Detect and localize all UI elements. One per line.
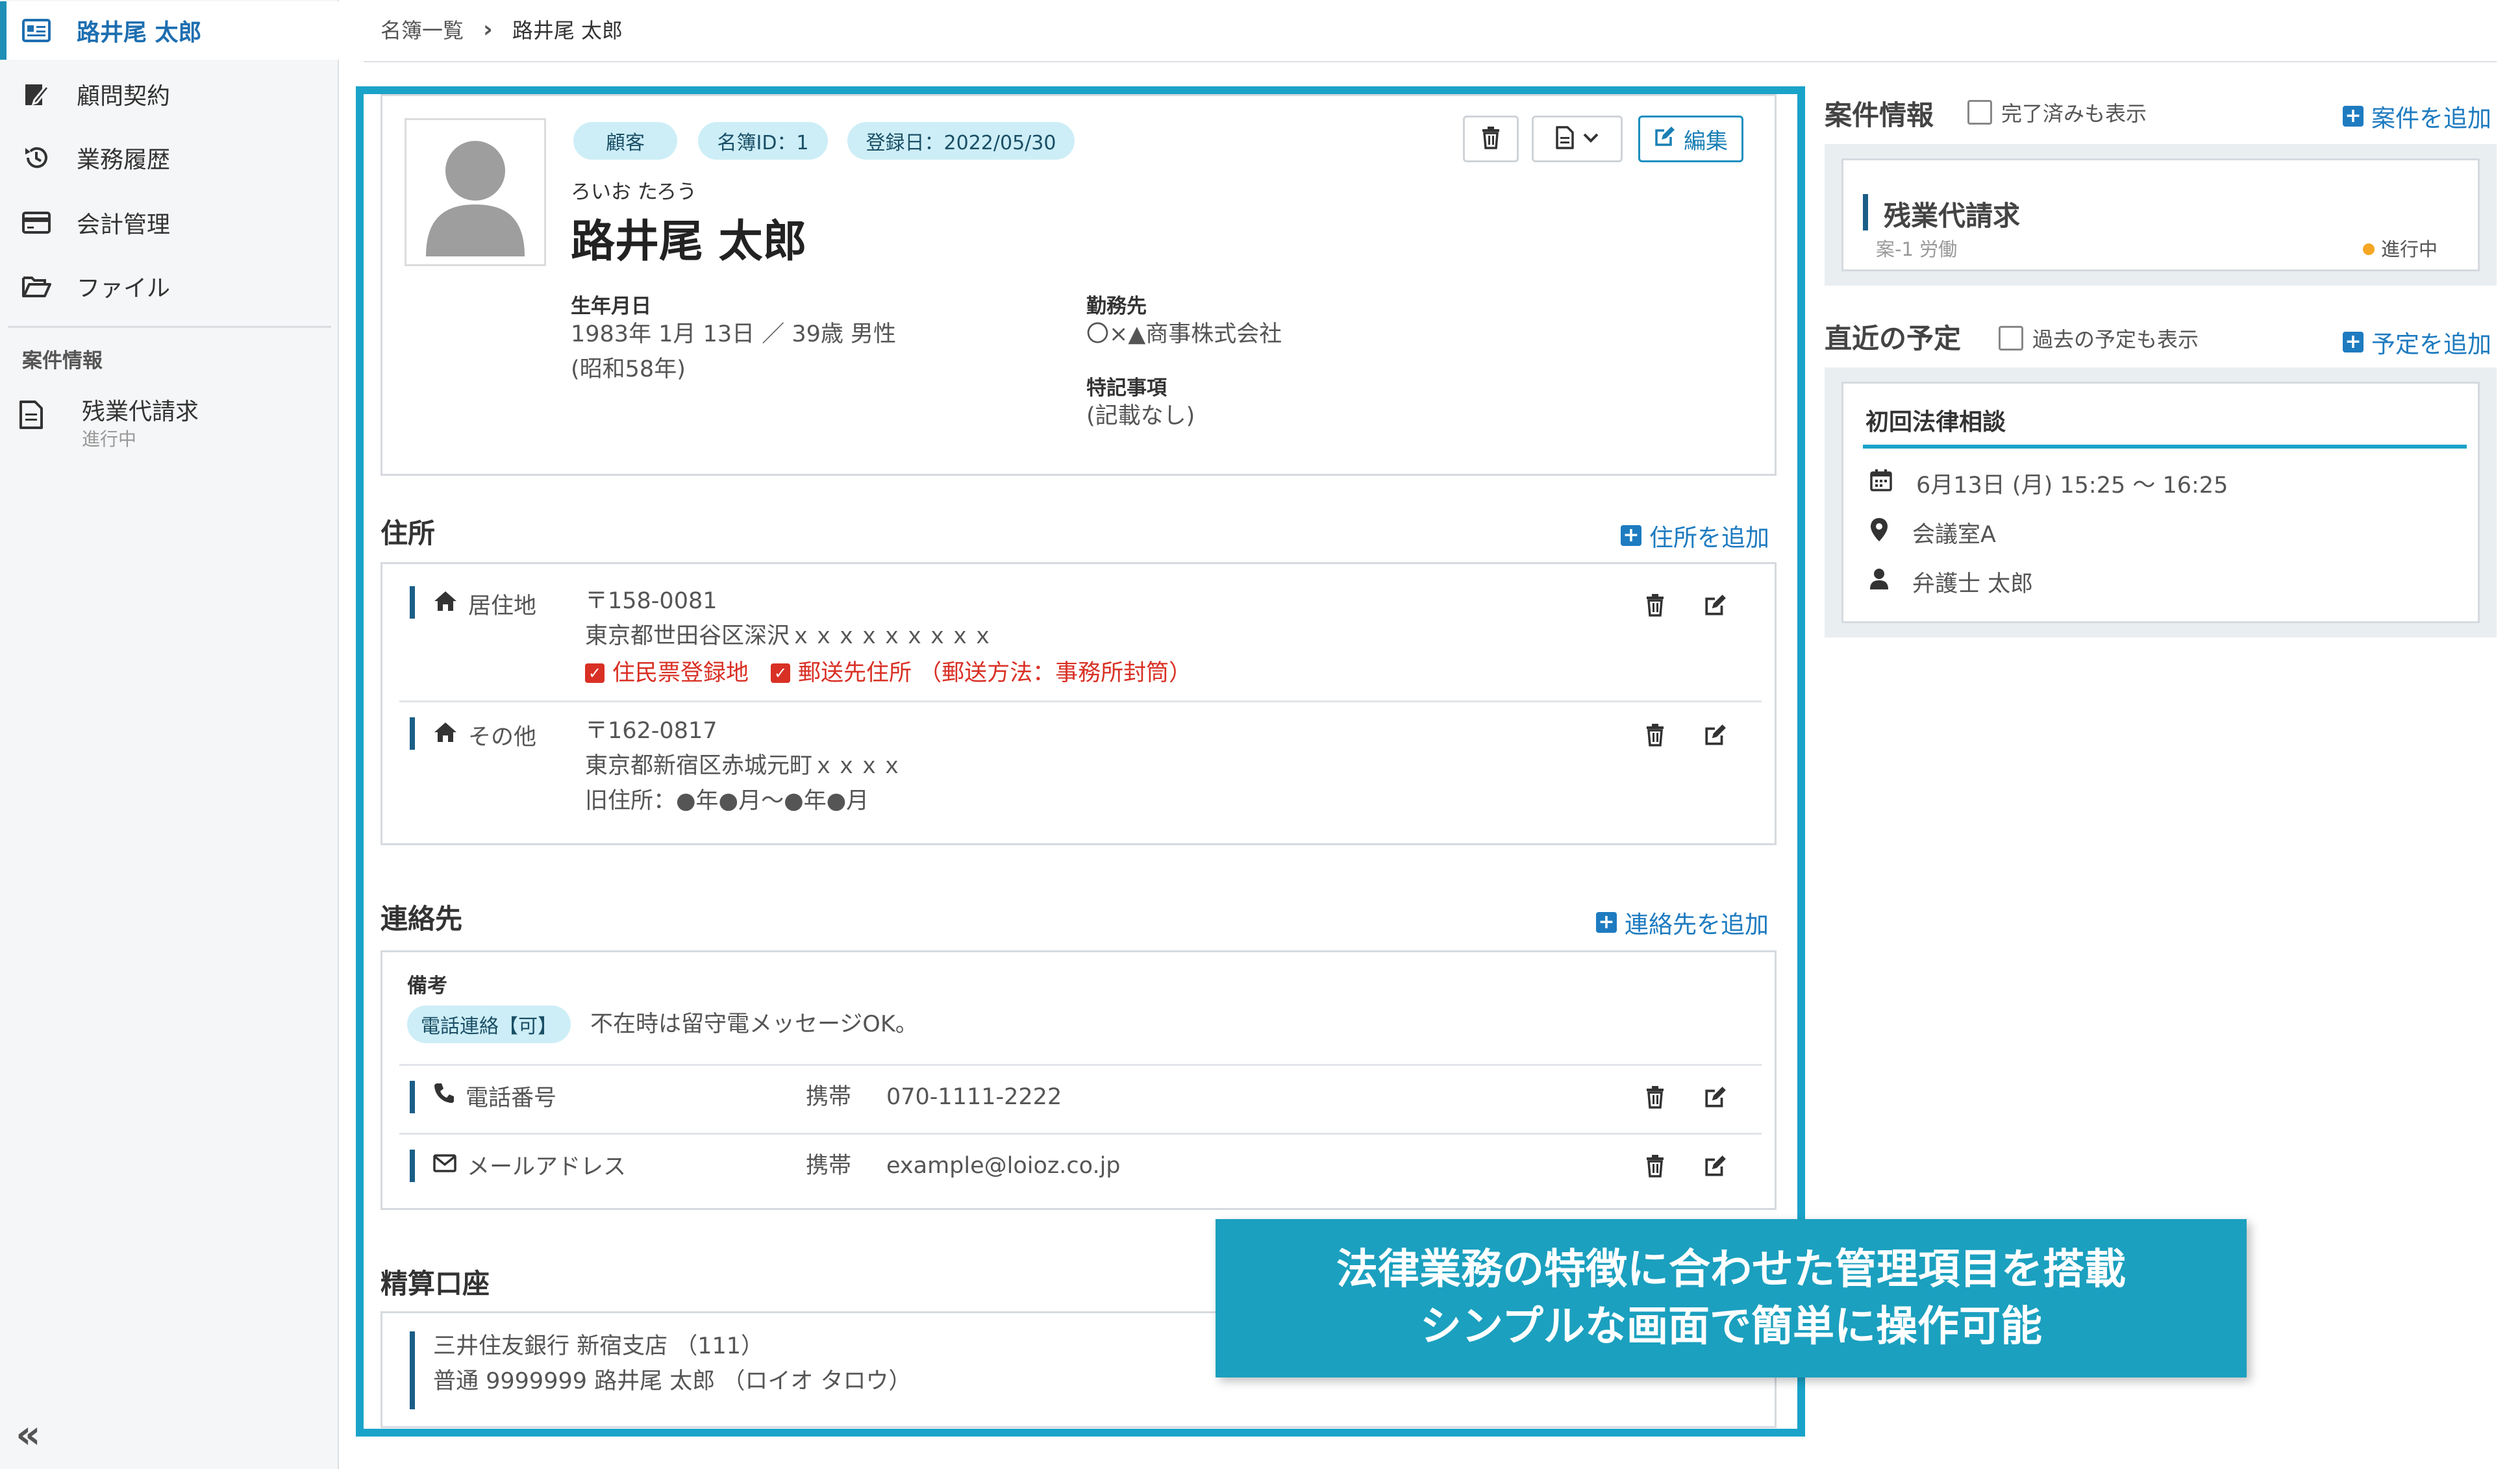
folder-open-icon	[18, 268, 55, 304]
schedule-panel: 初回法律相談 6月13日 (月) 15:25 ～ 16:25 会議室A 弁護士 …	[1825, 367, 2497, 637]
callout-line-2: シンプルな画面で簡単に操作可能	[1419, 1303, 2043, 1351]
chevron-right-icon: ›	[483, 16, 493, 43]
sidebar-item-contract[interactable]: 顧問契約	[0, 65, 339, 123]
event-title: 初回法律相談	[1865, 409, 2006, 436]
sidebar-section-title: 案件情報	[22, 349, 103, 373]
event-datetime-row: 6月13日 (月) 15:25 ～ 16:25	[1869, 467, 2228, 500]
show-completed-toggle[interactable]: 完了済みも表示	[1967, 97, 2147, 127]
sidebar-item-label: 顧問契約	[77, 83, 171, 110]
case-subtitle: 案-1 労働	[1876, 238, 1958, 260]
event-card[interactable]: 初回法律相談 6月13日 (月) 15:25 ～ 16:25 会議室A 弁護士 …	[1841, 382, 2480, 623]
sidebar-item-label: 会計管理	[77, 212, 171, 238]
sidebar-item-label: 路井尾 太郎	[77, 19, 202, 46]
sidebar-item-files[interactable]: ファイル	[0, 257, 339, 315]
map-pin-icon	[1869, 517, 1889, 549]
add-schedule-link[interactable]: + 予定を追加	[2343, 325, 2491, 360]
event-datetime: 6月13日 (月) 15:25 ～ 16:25	[1916, 473, 2228, 499]
id-card-icon	[18, 12, 55, 49]
breadcrumb-parent-link[interactable]: 名簿一覧	[380, 14, 464, 44]
header-divider	[364, 61, 2497, 62]
checkbox[interactable]	[1967, 100, 1992, 125]
breadcrumb: 名簿一覧 › 路井尾 太郎	[380, 14, 623, 44]
sidebar-case-item[interactable]: 残業代請求 進行中	[0, 386, 339, 458]
sidebar-item-label: 業務履歴	[77, 147, 171, 173]
callout-line-1: 法律業務の特徴に合わせた管理項目を搭載	[1336, 1246, 2126, 1294]
event-person-row: 弁護士 太郎	[1869, 565, 2033, 599]
case-card[interactable]: 残業代請求 案-1 労働 進行中	[1841, 158, 2480, 271]
credit-card-icon	[18, 204, 55, 241]
document-icon	[18, 399, 44, 433]
sidebar-item-history[interactable]: 業務履歴	[0, 129, 339, 187]
sidebar-case-status: 進行中	[82, 428, 137, 450]
plus-icon: +	[2343, 332, 2364, 352]
breadcrumb-current: 路井尾 太郎	[512, 18, 623, 43]
plus-icon: +	[2343, 106, 2364, 127]
feature-callout: 法律業務の特徴に合わせた管理項目を搭載 シンプルな画面で簡単に操作可能	[1216, 1219, 2247, 1377]
checkbox[interactable]	[1999, 326, 2023, 351]
event-underline	[1863, 445, 2467, 449]
user-icon	[1869, 568, 1889, 596]
sidebar: 路井尾 太郎 顧問契約 業務履歴 会計管理 ファイル 案件情報 残業代請求 進行…	[0, 0, 339, 1469]
calendar-icon	[1869, 469, 1893, 498]
cases-panel: 残業代請求 案-1 労働 進行中	[1825, 144, 2497, 286]
sidebar-item-profile[interactable]: 路井尾 太郎	[0, 1, 339, 60]
show-past-toggle[interactable]: 過去の予定も表示	[1999, 323, 2199, 353]
case-title: 残業代請求	[1884, 200, 2021, 232]
event-place: 会議室A	[1912, 522, 1996, 548]
sidebar-case-title: 残業代請求	[82, 399, 199, 425]
checkbox-label: 完了済みも表示	[2001, 101, 2147, 126]
contract-edit-icon	[18, 76, 55, 112]
schedule-panel-title: 直近の予定	[1825, 323, 1962, 354]
event-person: 弁護士 太郎	[1912, 571, 2034, 597]
case-status: 進行中	[2363, 232, 2438, 267]
collapse-sidebar-button[interactable]: «	[16, 1412, 41, 1457]
sidebar-divider	[8, 326, 331, 328]
case-status-text: 進行中	[2381, 238, 2438, 260]
checkbox-label: 過去の予定も表示	[2032, 327, 2199, 352]
status-dot-icon	[2363, 243, 2375, 255]
history-icon	[18, 140, 55, 176]
add-case-label: 案件を追加	[2371, 105, 2491, 132]
row-accent-bar	[1863, 194, 1868, 230]
event-place-row: 会議室A	[1869, 516, 1996, 549]
add-schedule-label: 予定を追加	[2371, 330, 2491, 358]
cases-panel-title: 案件情報	[1825, 99, 1934, 131]
sidebar-item-accounting[interactable]: 会計管理	[0, 193, 339, 252]
sidebar-item-label: ファイル	[77, 275, 171, 302]
add-case-link[interactable]: + 案件を追加	[2343, 99, 2491, 134]
